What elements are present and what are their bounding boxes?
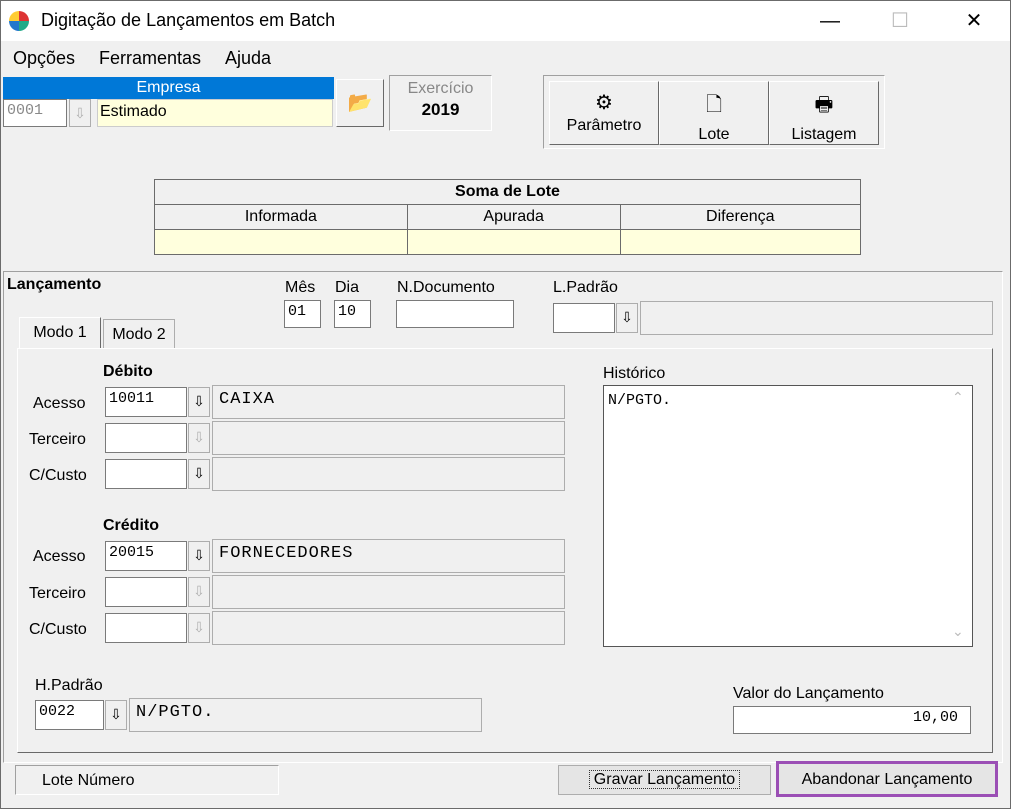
debito-terceiro-description xyxy=(212,421,565,455)
debito-acesso-label: Acesso xyxy=(33,395,86,412)
mes-field[interactable]: 01 xyxy=(284,300,321,328)
historico-label: Histórico xyxy=(603,365,666,382)
empresa-name: Estimado xyxy=(97,99,333,127)
menu-ferramentas[interactable]: Ferramentas xyxy=(99,48,201,69)
ndocumento-label: N.Documento xyxy=(397,279,495,296)
parametro-button[interactable]: ⚙ Parâmetro xyxy=(549,81,659,145)
soma-apurada-value xyxy=(406,229,621,255)
lote-numero-label: Lote Número xyxy=(15,765,279,795)
listagem-label: Listagem xyxy=(791,126,857,143)
credito-terceiro-label: Terceiro xyxy=(29,585,86,602)
debito-acesso-description: CAIXA xyxy=(212,385,565,419)
credito-ccusto-dropdown-icon[interactable]: ⇩ xyxy=(188,613,210,643)
soma-title: Soma de Lote xyxy=(154,179,861,205)
soma-diferenca-header: Diferença xyxy=(619,204,862,230)
credito-terceiro-description xyxy=(212,575,565,609)
debito-label: Débito xyxy=(103,363,153,380)
credito-acesso-field[interactable]: 20015 xyxy=(105,541,187,571)
open-folder-icon: 📂 xyxy=(347,92,373,114)
lote-label: Lote xyxy=(698,126,730,143)
credito-ccusto-field[interactable] xyxy=(105,613,187,643)
document-icon: 🗋 xyxy=(705,94,723,116)
hpadrao-label: H.Padrão xyxy=(35,677,103,694)
soma-lote-table: Soma de Lote Informada Apurada Diferença xyxy=(154,179,862,255)
hpadrao-code-field[interactable]: 0022 xyxy=(35,700,104,730)
dia-field[interactable]: 10 xyxy=(334,300,371,328)
credito-terceiro-field[interactable] xyxy=(105,577,187,607)
debito-ccusto-description xyxy=(212,457,565,491)
app-icon xyxy=(9,11,29,31)
title-bar: Digitação de Lançamentos em Batch — ☐ ✕ xyxy=(1,1,1010,41)
lpadrao-dropdown-icon[interactable]: ⇩ xyxy=(616,303,638,333)
lpadrao-label: L.Padrão xyxy=(553,279,618,296)
credito-ccusto-label: C/Custo xyxy=(29,621,87,638)
soma-informada-value xyxy=(154,229,408,255)
abandonar-lancamento-button[interactable]: Abandonar Lançamento xyxy=(776,761,998,797)
lote-button[interactable]: 🗋 Lote xyxy=(659,81,769,145)
menu-opcoes[interactable]: Opções xyxy=(13,48,75,69)
tab-modo2[interactable]: Modo 2 xyxy=(103,319,175,349)
credito-label: Crédito xyxy=(103,517,159,534)
maximize-button[interactable]: ☐ xyxy=(877,1,923,41)
ndocumento-field[interactable] xyxy=(396,300,514,328)
exercicio-box: Exercício 2019 xyxy=(389,75,492,131)
open-folder-button[interactable]: 📂 xyxy=(336,79,384,127)
hpadrao-dropdown-icon[interactable]: ⇩ xyxy=(105,700,127,730)
gravar-lancamento-label: Gravar Lançamento xyxy=(588,770,741,789)
empresa-code-field[interactable]: 0001 xyxy=(3,99,67,127)
minimize-button[interactable]: — xyxy=(807,1,853,41)
debito-ccusto-dropdown-icon[interactable]: ⇩ xyxy=(188,459,210,489)
dia-label: Dia xyxy=(335,279,360,296)
valor-label: Valor do Lançamento xyxy=(733,685,884,702)
listagem-button[interactable]: 🖶 Listagem xyxy=(769,81,879,145)
exercicio-year: 2019 xyxy=(421,100,460,119)
valor-field[interactable]: 10,00 xyxy=(733,706,971,734)
credito-acesso-dropdown-icon[interactable]: ⇩ xyxy=(188,541,210,571)
soma-apurada-header: Apurada xyxy=(406,204,621,230)
menu-ajuda[interactable]: Ajuda xyxy=(225,48,271,69)
debito-terceiro-dropdown-icon[interactable]: ⇩ xyxy=(188,423,210,453)
printer-icon: 🖶 xyxy=(814,94,834,116)
lpadrao-description xyxy=(640,301,993,335)
close-button[interactable]: ✕ xyxy=(951,1,997,41)
hpadrao-description: N/PGTO. xyxy=(129,698,482,732)
debito-acesso-dropdown-icon[interactable]: ⇩ xyxy=(188,387,210,417)
debito-ccusto-field[interactable] xyxy=(105,459,187,489)
soma-informada-header: Informada xyxy=(154,204,408,230)
debito-acesso-field[interactable]: 10011 xyxy=(105,387,187,417)
credito-acesso-label: Acesso xyxy=(33,548,86,565)
debito-ccusto-label: C/Custo xyxy=(29,467,87,484)
historico-textarea[interactable]: N/PGTO. xyxy=(603,385,973,647)
exercicio-label: Exercício xyxy=(407,80,474,97)
debito-terceiro-field[interactable] xyxy=(105,423,187,453)
credito-terceiro-dropdown-icon[interactable]: ⇩ xyxy=(188,577,210,607)
gear-icon: ⚙ xyxy=(595,92,613,114)
lpadrao-field[interactable] xyxy=(553,303,615,333)
lancamento-label: Lançamento xyxy=(7,276,102,293)
empresa-dropdown-icon[interactable]: ⇩ xyxy=(69,99,91,127)
empresa-label: Empresa xyxy=(3,77,334,99)
scroll-down-icon[interactable]: ⌄ xyxy=(952,623,964,640)
parametro-label: Parâmetro xyxy=(566,117,642,134)
scroll-up-icon[interactable]: ⌃ xyxy=(952,389,964,406)
tab-modo1[interactable]: Modo 1 xyxy=(19,317,101,349)
soma-diferenca-value xyxy=(619,229,862,255)
main-window: Digitação de Lançamentos em Batch — ☐ ✕ … xyxy=(0,0,1011,809)
debito-terceiro-label: Terceiro xyxy=(29,431,86,448)
credito-acesso-description: FORNECEDORES xyxy=(212,539,565,573)
gravar-lancamento-button[interactable]: Gravar Lançamento xyxy=(558,765,771,795)
credito-ccusto-description xyxy=(212,611,565,645)
window-title: Digitação de Lançamentos em Batch xyxy=(41,10,336,30)
mes-label: Mês xyxy=(285,279,316,296)
